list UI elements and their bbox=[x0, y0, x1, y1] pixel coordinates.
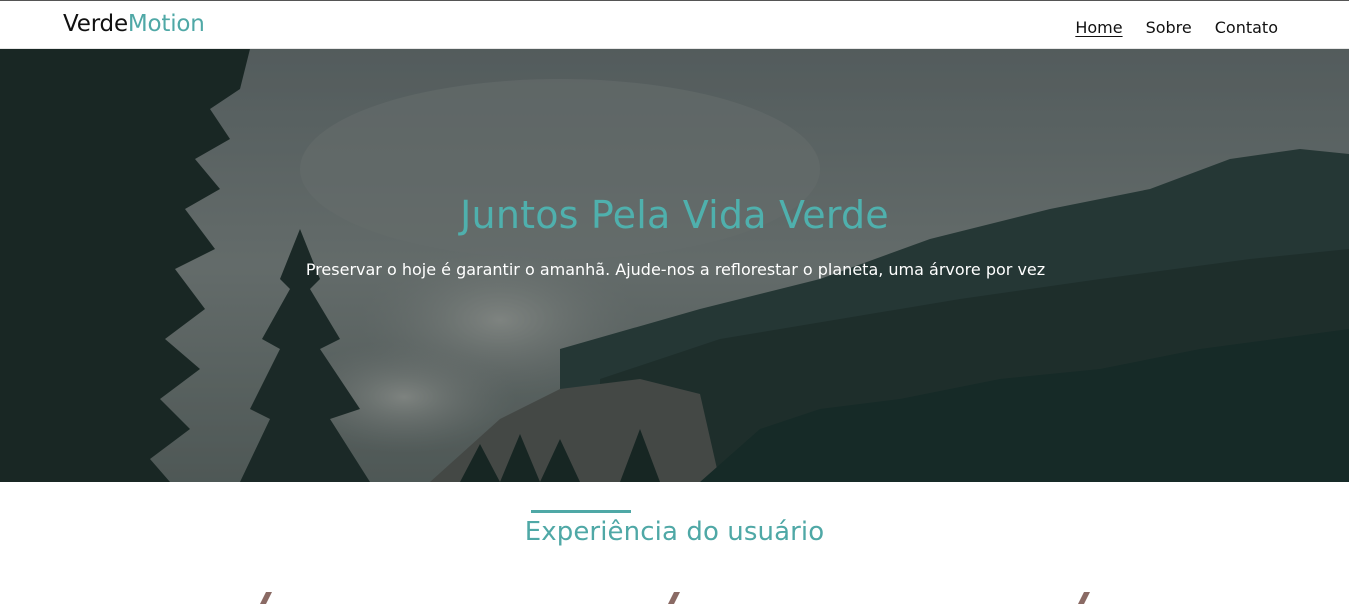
cutoff-graphic bbox=[1078, 592, 1090, 604]
cutoff-graphic bbox=[260, 592, 272, 604]
hero-subtitle: Preservar o hoje é garantir o amanhã. Aj… bbox=[305, 260, 1046, 279]
site-header: VerdeMotion Home Sobre Contato bbox=[0, 0, 1349, 49]
cutoff-graphic bbox=[668, 592, 680, 604]
ux-section-heading: Experiência do usuário bbox=[0, 510, 1349, 547]
section-title: Experiência do usuário bbox=[524, 517, 825, 547]
hero-title: Juntos Pela Vida Verde bbox=[460, 193, 889, 237]
brand-name-main: Verde bbox=[63, 11, 128, 37]
hero-banner: Juntos Pela Vida Verde Preservar o hoje … bbox=[0, 49, 1349, 482]
nav-link-home[interactable]: Home bbox=[1075, 18, 1122, 37]
main-nav: Home Sobre Contato bbox=[1075, 18, 1278, 37]
heading-accent-bar bbox=[530, 510, 631, 513]
nav-link-contato[interactable]: Contato bbox=[1215, 18, 1278, 37]
brand-logo[interactable]: VerdeMotion bbox=[63, 11, 205, 37]
nav-link-sobre[interactable]: Sobre bbox=[1146, 18, 1192, 37]
brand-name-accent: Motion bbox=[127, 11, 205, 37]
